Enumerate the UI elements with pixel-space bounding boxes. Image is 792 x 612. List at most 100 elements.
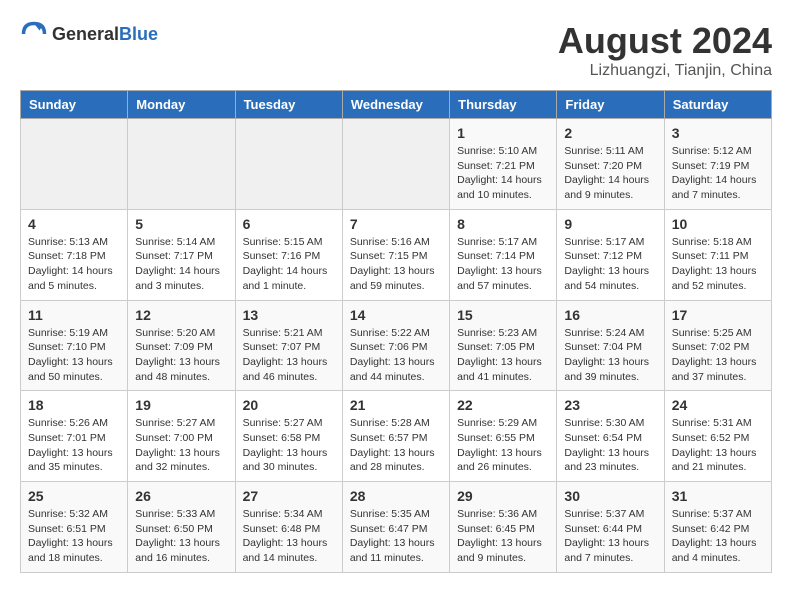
calendar-cell: 26 Sunrise: 5:33 AM Sunset: 6:50 PM Dayli…: [128, 482, 235, 573]
day-number: 20: [243, 397, 335, 413]
day-info: Sunrise: 5:25 AM Sunset: 7:02 PM Dayligh…: [672, 326, 764, 385]
calendar-cell: 31 Sunrise: 5:37 AM Sunset: 6:42 PM Dayli…: [664, 482, 771, 573]
weekday-header-row: SundayMondayTuesdayWednesdayThursdayFrid…: [21, 91, 772, 119]
day-info: Sunrise: 5:33 AM Sunset: 6:50 PM Dayligh…: [135, 507, 227, 566]
day-info: Sunrise: 5:17 AM Sunset: 7:12 PM Dayligh…: [564, 235, 656, 294]
day-info: Sunrise: 5:15 AM Sunset: 7:16 PM Dayligh…: [243, 235, 335, 294]
calendar-cell: [128, 119, 235, 210]
calendar-cell: 19 Sunrise: 5:27 AM Sunset: 7:00 PM Dayli…: [128, 391, 235, 482]
calendar-cell: 5Sunrise: 5:14 AM Sunset: 7:17 PM Daylig…: [128, 209, 235, 300]
weekday-header-saturday: Saturday: [664, 91, 771, 119]
weekday-header-wednesday: Wednesday: [342, 91, 449, 119]
day-number: 25: [28, 488, 120, 504]
logo-text-blue: Blue: [119, 24, 158, 44]
day-number: 16: [564, 307, 656, 323]
day-number: 31: [672, 488, 764, 504]
calendar-week-row-5: 25 Sunrise: 5:32 AM Sunset: 6:51 PM Dayli…: [21, 482, 772, 573]
day-number: 24: [672, 397, 764, 413]
calendar-cell: 16 Sunrise: 5:24 AM Sunset: 7:04 PM Dayli…: [557, 300, 664, 391]
calendar-cell: [342, 119, 449, 210]
calendar-cell: 3 Sunrise: 5:12 AM Sunset: 7:19 PM Daylig…: [664, 119, 771, 210]
calendar-cell: 12 Sunrise: 5:20 AM Sunset: 7:09 PM Dayli…: [128, 300, 235, 391]
month-year-title: August 2024: [558, 20, 772, 62]
calendar-cell: 30Sunrise: 5:37 AM Sunset: 6:44 PM Dayli…: [557, 482, 664, 573]
day-number: 15: [457, 307, 549, 323]
day-info: Sunrise: 5:11 AM Sunset: 7:20 PM Dayligh…: [564, 144, 656, 203]
day-info: Sunrise: 5:34 AM Sunset: 6:48 PM Dayligh…: [243, 507, 335, 566]
calendar-cell: 21 Sunrise: 5:28 AM Sunset: 6:57 PM Dayli…: [342, 391, 449, 482]
calendar-cell: 11 Sunrise: 5:19 AM Sunset: 7:10 PM Dayli…: [21, 300, 128, 391]
day-info: Sunrise: 5:29 AM Sunset: 6:55 PM Dayligh…: [457, 416, 549, 475]
day-info: Sunrise: 5:19 AM Sunset: 7:10 PM Dayligh…: [28, 326, 120, 385]
calendar-cell: 22Sunrise: 5:29 AM Sunset: 6:55 PM Dayli…: [450, 391, 557, 482]
day-info: Sunrise: 5:36 AM Sunset: 6:45 PM Dayligh…: [457, 507, 549, 566]
calendar-cell: 4 Sunrise: 5:13 AM Sunset: 7:18 PM Daylig…: [21, 209, 128, 300]
day-number: 6: [243, 216, 335, 232]
day-info: Sunrise: 5:32 AM Sunset: 6:51 PM Dayligh…: [28, 507, 120, 566]
day-info: Sunrise: 5:28 AM Sunset: 6:57 PM Dayligh…: [350, 416, 442, 475]
day-number: 9: [564, 216, 656, 232]
day-number: 23: [564, 397, 656, 413]
calendar-week-row-3: 11 Sunrise: 5:19 AM Sunset: 7:10 PM Dayli…: [21, 300, 772, 391]
calendar-cell: 9 Sunrise: 5:17 AM Sunset: 7:12 PM Daylig…: [557, 209, 664, 300]
weekday-header-friday: Friday: [557, 91, 664, 119]
day-info: Sunrise: 5:27 AM Sunset: 7:00 PM Dayligh…: [135, 416, 227, 475]
day-info: Sunrise: 5:18 AM Sunset: 7:11 PM Dayligh…: [672, 235, 764, 294]
day-number: 29: [457, 488, 549, 504]
day-info: Sunrise: 5:13 AM Sunset: 7:18 PM Dayligh…: [28, 235, 120, 294]
calendar-cell: 7 Sunrise: 5:16 AM Sunset: 7:15 PM Daylig…: [342, 209, 449, 300]
day-number: 8: [457, 216, 549, 232]
day-number: 30: [564, 488, 656, 504]
day-number: 2: [564, 125, 656, 141]
calendar-cell: 23 Sunrise: 5:30 AM Sunset: 6:54 PM Dayli…: [557, 391, 664, 482]
day-number: 18: [28, 397, 120, 413]
calendar-cell: 27 Sunrise: 5:34 AM Sunset: 6:48 PM Dayli…: [235, 482, 342, 573]
day-number: 4: [28, 216, 120, 232]
calendar-cell: [235, 119, 342, 210]
day-info: Sunrise: 5:16 AM Sunset: 7:15 PM Dayligh…: [350, 235, 442, 294]
day-number: 26: [135, 488, 227, 504]
day-number: 10: [672, 216, 764, 232]
calendar-week-row-4: 18Sunrise: 5:26 AM Sunset: 7:01 PM Dayli…: [21, 391, 772, 482]
calendar-cell: 25 Sunrise: 5:32 AM Sunset: 6:51 PM Dayli…: [21, 482, 128, 573]
calendar-cell: 29 Sunrise: 5:36 AM Sunset: 6:45 PM Dayli…: [450, 482, 557, 573]
day-info: Sunrise: 5:14 AM Sunset: 7:17 PM Dayligh…: [135, 235, 227, 294]
weekday-header-sunday: Sunday: [21, 91, 128, 119]
logo: GeneralBlue: [20, 20, 158, 48]
day-info: Sunrise: 5:27 AM Sunset: 6:58 PM Dayligh…: [243, 416, 335, 475]
day-info: Sunrise: 5:23 AM Sunset: 7:05 PM Dayligh…: [457, 326, 549, 385]
day-number: 3: [672, 125, 764, 141]
calendar-cell: [21, 119, 128, 210]
calendar-cell: 13Sunrise: 5:21 AM Sunset: 7:07 PM Dayli…: [235, 300, 342, 391]
day-info: Sunrise: 5:22 AM Sunset: 7:06 PM Dayligh…: [350, 326, 442, 385]
day-number: 11: [28, 307, 120, 323]
day-number: 27: [243, 488, 335, 504]
day-number: 21: [350, 397, 442, 413]
day-number: 7: [350, 216, 442, 232]
day-info: Sunrise: 5:24 AM Sunset: 7:04 PM Dayligh…: [564, 326, 656, 385]
calendar-cell: 2 Sunrise: 5:11 AM Sunset: 7:20 PM Daylig…: [557, 119, 664, 210]
calendar-week-row-1: 1 Sunrise: 5:10 AM Sunset: 7:21 PM Daylig…: [21, 119, 772, 210]
day-number: 28: [350, 488, 442, 504]
day-info: Sunrise: 5:12 AM Sunset: 7:19 PM Dayligh…: [672, 144, 764, 203]
logo-text-general: General: [52, 24, 119, 44]
day-info: Sunrise: 5:37 AM Sunset: 6:42 PM Dayligh…: [672, 507, 764, 566]
day-number: 1: [457, 125, 549, 141]
calendar-cell: 14 Sunrise: 5:22 AM Sunset: 7:06 PM Dayli…: [342, 300, 449, 391]
day-info: Sunrise: 5:10 AM Sunset: 7:21 PM Dayligh…: [457, 144, 549, 203]
day-number: 14: [350, 307, 442, 323]
calendar-table: SundayMondayTuesdayWednesdayThursdayFrid…: [20, 90, 772, 573]
day-number: 12: [135, 307, 227, 323]
weekday-header-monday: Monday: [128, 91, 235, 119]
day-info: Sunrise: 5:20 AM Sunset: 7:09 PM Dayligh…: [135, 326, 227, 385]
day-number: 19: [135, 397, 227, 413]
day-info: Sunrise: 5:30 AM Sunset: 6:54 PM Dayligh…: [564, 416, 656, 475]
day-info: Sunrise: 5:21 AM Sunset: 7:07 PM Dayligh…: [243, 326, 335, 385]
day-info: Sunrise: 5:31 AM Sunset: 6:52 PM Dayligh…: [672, 416, 764, 475]
calendar-cell: 28Sunrise: 5:35 AM Sunset: 6:47 PM Dayli…: [342, 482, 449, 573]
day-number: 17: [672, 307, 764, 323]
weekday-header-tuesday: Tuesday: [235, 91, 342, 119]
logo-icon: [20, 20, 48, 48]
calendar-week-row-2: 4 Sunrise: 5:13 AM Sunset: 7:18 PM Daylig…: [21, 209, 772, 300]
calendar-cell: 18Sunrise: 5:26 AM Sunset: 7:01 PM Dayli…: [21, 391, 128, 482]
